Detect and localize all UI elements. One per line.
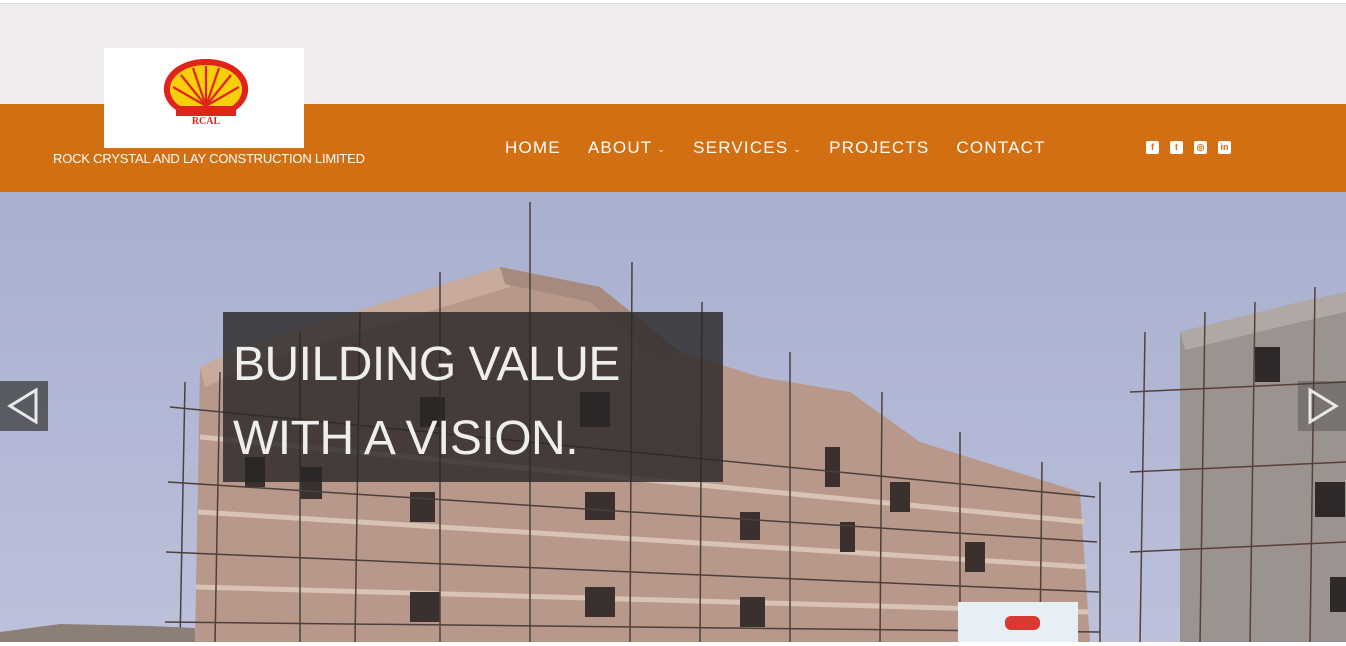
nav-services-label: SERVICES — [693, 138, 789, 157]
slider-prev-button[interactable] — [0, 381, 48, 431]
slider-next-button[interactable] — [1298, 381, 1346, 431]
chevron-down-icon: ⌄ — [657, 143, 667, 154]
hero-caption: BUILDING VALUE WITH A VISION. — [223, 312, 723, 482]
hero-caption-line-2: WITH A VISION. — [233, 412, 579, 465]
hero-slider: BUILDING VALUE WITH A VISION. — [0, 192, 1346, 642]
nav-services[interactable]: SERVICES ⌄ — [693, 138, 802, 158]
arrow-left-icon — [7, 387, 38, 425]
twitter-icon[interactable]: t — [1170, 141, 1183, 154]
social-links: f t ◎ in — [1146, 141, 1242, 154]
nav-projects-label: PROJECTS — [829, 138, 930, 157]
hero-caption-line-1: BUILDING VALUE — [233, 338, 620, 391]
logo[interactable]: RCAL — [104, 48, 304, 148]
nav-about-label: ABOUT — [587, 138, 653, 157]
instagram-icon[interactable]: ◎ — [1194, 141, 1207, 154]
main-nav: HOME ABOUT ⌄ SERVICES ⌄ PROJECTS CONTACT — [505, 138, 1073, 158]
nav-home-label: HOME — [505, 138, 561, 157]
page: RCAL ROCK CRYSTAL AND LAY CONSTRUCTION L… — [0, 0, 1346, 646]
chevron-down-icon: ⌄ — [793, 143, 803, 154]
logo-text: RCAL — [192, 116, 221, 127]
nav-projects[interactable]: PROJECTS — [829, 138, 929, 158]
nav-home[interactable]: HOME — [505, 138, 561, 158]
facebook-icon[interactable]: f — [1146, 141, 1159, 154]
arrow-right-icon — [1308, 387, 1339, 425]
linkedin-icon[interactable]: in — [1218, 141, 1231, 154]
brand-name[interactable]: ROCK CRYSTAL AND LAY CONSTRUCTION LIMITE… — [53, 151, 365, 166]
shell-logo-icon: RCAL — [163, 59, 249, 127]
nav-about[interactable]: ABOUT ⌄ — [588, 138, 666, 158]
nav-contact-label: CONTACT — [956, 138, 1046, 157]
nav-contact[interactable]: CONTACT — [956, 138, 1045, 158]
